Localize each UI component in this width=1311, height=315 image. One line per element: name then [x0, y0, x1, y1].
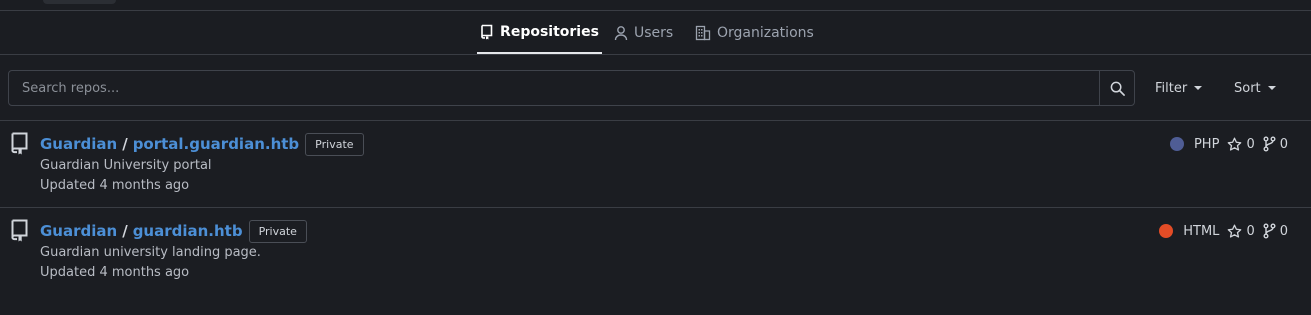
repo-language: HTML: [1183, 223, 1220, 239]
repo-title: Guardian / portal.guardian.htb Private: [40, 131, 364, 157]
repo-owner-link[interactable]: Guardian: [40, 222, 117, 240]
fork-count: 0: [1279, 136, 1288, 152]
repo-owner-link[interactable]: Guardian: [40, 135, 117, 153]
star-icon: [1228, 137, 1242, 151]
fork-icon: [1263, 223, 1276, 239]
stars-link[interactable]: 0: [1227, 136, 1255, 152]
tab-repositories[interactable]: Repositories: [477, 11, 602, 54]
search-button[interactable]: [1099, 71, 1135, 105]
forks-link[interactable]: 0: [1263, 223, 1288, 239]
repo-icon: [11, 219, 28, 242]
star-icon: [1228, 224, 1242, 238]
list-divider: [0, 207, 1311, 208]
repo-description: Guardian University portal: [40, 158, 212, 173]
tab-label: Repositories: [500, 23, 599, 40]
language-color-dot: [1169, 137, 1184, 151]
tab-label: Organizations: [717, 24, 814, 41]
fork-count: 0: [1279, 223, 1288, 239]
search-container: [8, 70, 1135, 106]
sort-dropdown[interactable]: Sort: [1234, 70, 1276, 106]
repo-updated-time: Updated 4 months ago: [40, 178, 190, 193]
explore-tabs: Repositories Users Organizations: [0, 11, 1311, 55]
repo-icon: [11, 132, 28, 155]
repo-meta: PHP 0 0: [1169, 133, 1288, 155]
star-count: 0: [1246, 223, 1255, 239]
top-header-strip: [0, 0, 1311, 11]
list-divider: [0, 120, 1311, 121]
repo-list-item: Guardian / portal.guardian.htb Private G…: [0, 131, 1311, 217]
person-icon: [614, 25, 628, 40]
sort-label: Sort: [1234, 80, 1261, 96]
repo-description: Guardian university landing page.: [40, 245, 261, 260]
search-icon: [1110, 81, 1125, 96]
search-input[interactable]: [10, 72, 1098, 104]
tab-label: Users: [634, 24, 674, 41]
filter-dropdown[interactable]: Filter: [1155, 70, 1203, 106]
repo-name-link[interactable]: guardian.htb: [133, 222, 243, 240]
caret-down-icon: [1267, 86, 1276, 90]
stars-link[interactable]: 0: [1227, 223, 1255, 239]
tab-users[interactable]: Users: [614, 11, 673, 54]
repo-meta: HTML 0 0: [1159, 220, 1288, 242]
fork-icon: [1263, 136, 1276, 152]
repo-title: Guardian / guardian.htb Private: [40, 218, 307, 244]
language-color-dot: [1159, 224, 1174, 238]
repo-list-item: Guardian / guardian.htb Private Guardian…: [0, 218, 1311, 304]
caret-down-icon: [1194, 86, 1203, 90]
repo-icon: [481, 24, 493, 39]
visibility-badge: Private: [248, 219, 307, 243]
visibility-badge: Private: [305, 132, 364, 156]
path-separator: /: [122, 135, 128, 153]
forks-link[interactable]: 0: [1263, 136, 1288, 152]
filter-label: Filter: [1155, 80, 1188, 96]
repo-updated-time: Updated 4 months ago: [40, 265, 190, 280]
organization-icon: [695, 25, 711, 40]
header-button-remnant[interactable]: [43, 0, 116, 4]
path-separator: /: [122, 222, 128, 240]
tab-organizations[interactable]: Organizations: [695, 11, 814, 54]
repo-name-link[interactable]: portal.guardian.htb: [133, 135, 299, 153]
repo-language: PHP: [1193, 136, 1220, 152]
star-count: 0: [1246, 136, 1255, 152]
